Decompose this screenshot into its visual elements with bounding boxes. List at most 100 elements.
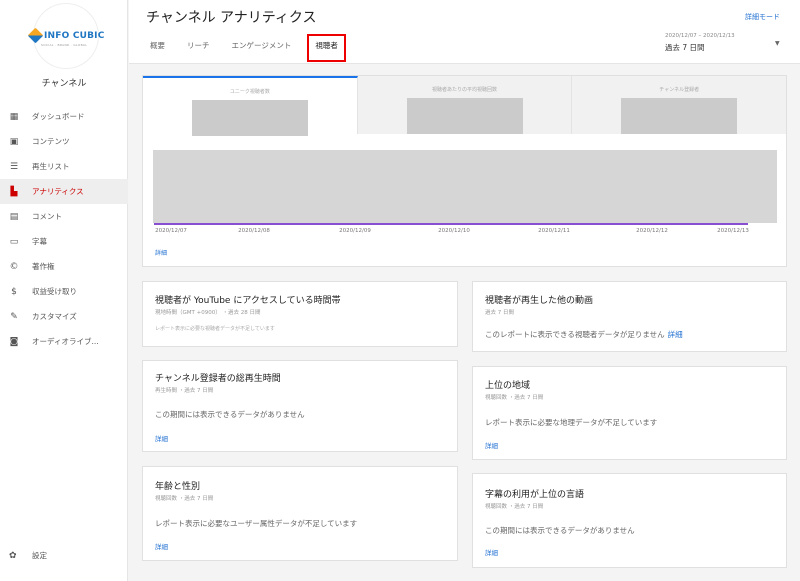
- card-subtitle: 過去 7 日間: [485, 310, 514, 316]
- card-age-gender: 年齢と性別 視聴回数 ・過去 7 日間 レポート表示に必要なユーザー属性データが…: [142, 466, 458, 561]
- card-note: この期間には表示できるデータがありません: [485, 526, 635, 535]
- card-note: レポート表示に必要な視聴者データが不足しています: [155, 326, 275, 332]
- card-subtitle: 現地時間（GMT +0900） ・過去 28 日間: [155, 310, 261, 316]
- sidebar-item-monetization[interactable]: $ 収益受け取り: [0, 279, 128, 304]
- card-title: 視聴者が再生した他の動画: [485, 296, 594, 306]
- sidebar-item-settings[interactable]: ✿ 設定: [9, 550, 47, 561]
- playlist-icon: ☰: [9, 161, 19, 172]
- x-tick-label: 2020/12/08: [238, 228, 270, 234]
- caret-down-icon[interactable]: ▼: [775, 40, 780, 47]
- card-title: 字幕の利用が上位の言語: [485, 490, 585, 500]
- card-youtube-time: 視聴者が YouTube にアクセスしている時間帯 現地時間（GMT +0900…: [142, 281, 458, 347]
- logo-text: INFO CUBIC: [44, 30, 105, 41]
- card-note: この期間には表示できるデータがありません: [155, 410, 305, 419]
- sidebar-item-dashboard[interactable]: ▦ ダッシュボード: [0, 104, 128, 129]
- x-tick-label: 2020/12/11: [538, 228, 570, 234]
- card-note: レポート表示に必要なユーザー属性データが不足しています: [155, 519, 358, 528]
- detail-mode-link[interactable]: 詳細モード: [745, 12, 780, 22]
- sidebar-item-label: カスタマイズ: [32, 312, 77, 321]
- sidebar-item-analytics[interactable]: ▙ アナリティクス: [0, 179, 128, 204]
- x-tick-label: 2020/12/07: [155, 228, 187, 234]
- subtitles-icon: ▭: [9, 236, 19, 247]
- x-tick-label: 2020/12/09: [339, 228, 371, 234]
- sidebar-item-label: 字幕: [32, 237, 47, 246]
- chart-placeholder: [153, 150, 777, 223]
- metric-tab-subscribers[interactable]: チャンネル登録者: [572, 76, 787, 134]
- sidebar-item-customize[interactable]: ✎ カスタマイズ: [0, 304, 128, 329]
- chart-series-line: [154, 223, 748, 225]
- analytics-icon: ▙: [10, 186, 18, 197]
- analytics-tabs: 概要 リーチ エンゲージメント 視聴者: [150, 34, 362, 62]
- tab-reach[interactable]: リーチ: [187, 40, 210, 56]
- metric-label: ユニーク視聴者数: [229, 89, 270, 95]
- card-title: 年齢と性別: [155, 482, 201, 492]
- tab-engagement[interactable]: エンゲージメント: [232, 40, 292, 56]
- sidebar-item-copyright[interactable]: © 著作権: [0, 254, 128, 279]
- content-icon: ▣: [9, 136, 19, 147]
- tab-overview[interactable]: 概要: [150, 40, 165, 56]
- card-title: 視聴者が YouTube にアクセスしている時間帯: [155, 296, 341, 306]
- sidebar-item-label: ダッシュボード: [32, 112, 85, 121]
- comment-icon: ▤: [9, 211, 19, 222]
- sidebar-item-label: アナリティクス: [32, 187, 84, 196]
- x-tick-label: 2020/12/12: [636, 228, 668, 234]
- detail-link[interactable]: 詳細: [485, 547, 498, 557]
- sidebar-item-label: 著作権: [32, 262, 55, 271]
- card-subtitle: 再生時間 ・過去 7 日間: [155, 388, 214, 394]
- metric-tab-unique-viewers[interactable]: ユニーク視聴者数: [143, 76, 358, 136]
- date-period-selector[interactable]: 過去 7 日間: [665, 42, 705, 53]
- metric-tabs: ユニーク視聴者数 視聴者あたりの平均視聴回数 チャンネル登録者: [143, 76, 787, 136]
- settings-label: 設定: [32, 551, 47, 560]
- gear-icon: ✿: [9, 550, 17, 561]
- card-note-text: このレポートに表示できる視聴者データが足りません: [485, 330, 665, 339]
- dollar-icon: $: [11, 286, 17, 297]
- sidebar-item-content[interactable]: ▣ コンテンツ: [0, 129, 128, 154]
- x-tick-label: 2020/12/13: [717, 228, 749, 234]
- metric-value-placeholder: [621, 98, 738, 134]
- detail-link[interactable]: 詳細: [668, 330, 683, 339]
- card-other-videos: 視聴者が再生した他の動画 過去 7 日間 このレポートに表示できる視聴者データが…: [472, 281, 787, 352]
- metric-value-placeholder: [406, 98, 523, 134]
- metric-label: 視聴者あたりの平均視聴回数: [432, 87, 498, 93]
- page-header: チャンネル アナリティクス 詳細モード 概要 リーチ エンゲージメント 視聴者 …: [129, 0, 800, 64]
- sidebar-item-subtitles[interactable]: ▭ 字幕: [0, 229, 128, 254]
- date-range[interactable]: 2020/12/07 – 2020/12/13: [665, 33, 735, 39]
- audience-overview-card: ユニーク視聴者数 視聴者あたりの平均視聴回数 チャンネル登録者 2020/12/…: [142, 75, 787, 267]
- studio-app: INFO CUBIC SOCIAL · BRAND · GLOBAL チャンネル…: [0, 0, 800, 581]
- dashboard-icon: ▦: [9, 111, 19, 122]
- detail-link[interactable]: 詳細: [155, 541, 168, 551]
- logo-subtitle: SOCIAL · BRAND · GLOBAL: [41, 43, 88, 47]
- tab-audience[interactable]: 視聴者: [307, 34, 346, 62]
- sidebar-item-comments[interactable]: ▤ コメント: [0, 204, 128, 229]
- card-top-regions: 上位の地域 視聴回数 ・過去 7 日間 レポート表示に必要な地理データが不足して…: [472, 366, 787, 460]
- sidebar-item-playlists[interactable]: ☰ 再生リスト: [0, 154, 128, 179]
- card-subtitle: 視聴回数 ・過去 7 日間: [485, 395, 544, 401]
- sidebar-item-label: コンテンツ: [32, 137, 70, 146]
- audio-library-icon: ◙: [9, 336, 19, 347]
- sidebar: INFO CUBIC SOCIAL · BRAND · GLOBAL チャンネル…: [0, 0, 128, 581]
- sidebar-nav: ▦ ダッシュボード ▣ コンテンツ ☰ 再生リスト ▙ アナリティクス ▤ コメ…: [0, 104, 128, 354]
- chart-x-axis: 2020/12/07 2020/12/08 2020/12/09 2020/12…: [143, 228, 786, 238]
- card-subtitle: 視聴回数 ・過去 7 日間: [485, 504, 544, 510]
- sidebar-item-label: コメント: [32, 212, 62, 221]
- metric-label: チャンネル登録者: [659, 87, 700, 93]
- x-tick-label: 2020/12/10: [438, 228, 470, 234]
- card-subscriber-watch-time: チャンネル登録者の総再生時間 再生時間 ・過去 7 日間 この期間には表示できる…: [142, 360, 458, 452]
- info-cubic-logo: INFO CUBIC: [27, 27, 105, 44]
- copyright-icon: ©: [9, 261, 19, 272]
- cube-logo-icon: [27, 27, 44, 44]
- card-note: このレポートに表示できる視聴者データが足りません 詳細: [485, 329, 683, 340]
- sidebar-item-label: オーディオライブ...: [32, 337, 99, 346]
- card-subtitle: 視聴回数 ・過去 7 日間: [155, 496, 214, 502]
- sidebar-item-audio-library[interactable]: ◙ オーディオライブ...: [0, 329, 128, 354]
- detail-link[interactable]: 詳細: [485, 440, 498, 450]
- metric-value-placeholder: [191, 100, 308, 136]
- card-note: レポート表示に必要な地理データが不足しています: [485, 418, 658, 427]
- page-title: チャンネル アナリティクス: [146, 10, 317, 26]
- card-title: 上位の地域: [485, 381, 531, 391]
- detail-link[interactable]: 詳細: [155, 433, 168, 443]
- metric-tab-avg-views[interactable]: 視聴者あたりの平均視聴回数: [357, 76, 573, 134]
- sidebar-item-label: 再生リスト: [32, 162, 70, 171]
- detail-link[interactable]: 詳細: [155, 248, 167, 257]
- customize-icon: ✎: [10, 311, 18, 322]
